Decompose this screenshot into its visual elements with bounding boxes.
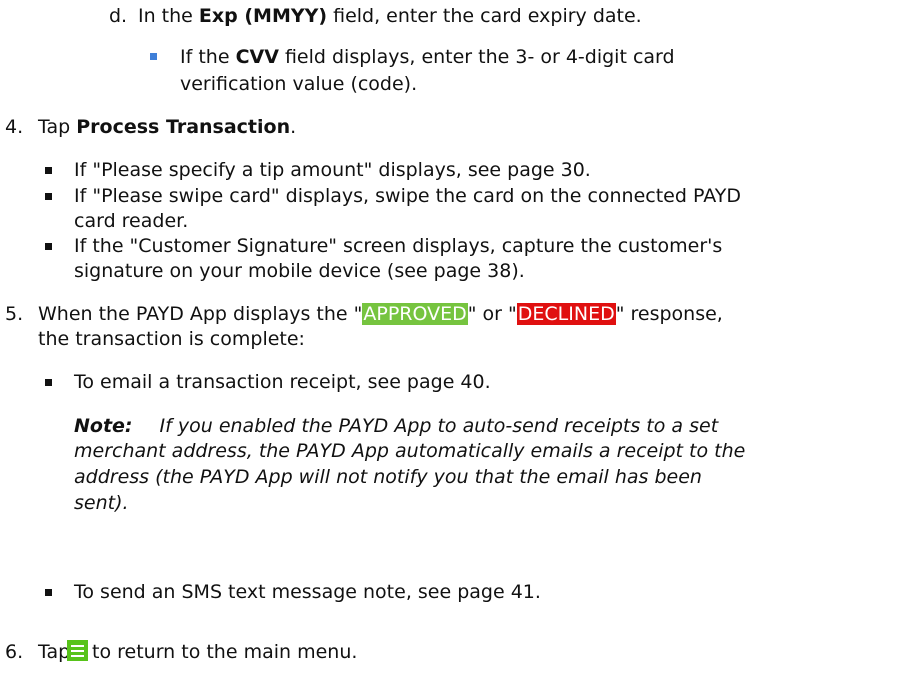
step-4-marker: 4. (5, 116, 24, 138)
bullet-square-icon (150, 53, 157, 60)
menu-icon (67, 640, 88, 661)
swipe-bullet-line-2: card reader. (74, 210, 189, 232)
process-transaction-label: Process Transaction (76, 116, 291, 138)
step-d-post: field, enter the card expiry date. (327, 5, 642, 27)
approved-badge: APPROVED (362, 303, 468, 325)
note-text-1: If you enabled the PAYD App to auto-send… (159, 415, 719, 437)
exp-field-name: Exp (MMYY) (198, 5, 328, 27)
step-5-post: " response, (615, 303, 723, 325)
note-line-3: address (the PAYD App will not notify yo… (74, 466, 702, 488)
note-line-4: sent). (74, 492, 129, 514)
cvv-field-name: CVV (235, 46, 279, 68)
swipe-bullet: If "Please swipe card" displays, swipe t… (74, 185, 741, 207)
email-receipt-bullet: To email a transaction receipt, see page… (74, 371, 491, 393)
bullet-square-icon (45, 243, 52, 250)
step-5-marker: 5. (5, 303, 24, 325)
cvv-note: If the CVV field displays, enter the 3- … (180, 45, 675, 70)
note-line-1: Note: If you enabled the PAYD App to auto… (74, 414, 718, 439)
bullet-square-icon (45, 589, 52, 596)
step-d-text: In the Exp (MMYY) field, enter the card … (138, 4, 642, 29)
step-5-line-2: the transaction is complete: (38, 328, 305, 350)
step-5-mid: " or " (467, 303, 517, 325)
cvv-note-line-2: verification value (code). (180, 73, 418, 95)
bullet-square-icon (45, 193, 52, 200)
signature-bullet: If the "Customer Signature" screen displ… (74, 235, 723, 257)
step-4-pre: Tap (38, 116, 77, 138)
note-line-2: merchant address, the PAYD App automatic… (74, 440, 746, 462)
sms-bullet: To send an SMS text message note, see pa… (74, 581, 541, 603)
step-6-post: to return to the main menu. (92, 641, 358, 663)
cvv-post-1: field displays, enter the 3- or 4-digit … (278, 46, 675, 68)
note-label: Note: (74, 415, 133, 437)
step-4-text: Tap Process Transaction. (38, 115, 296, 140)
step-4-post: . (290, 116, 297, 138)
step-5-pre: When the PAYD App displays the " (38, 303, 363, 325)
bullet-square-icon (45, 379, 52, 386)
step-d-marker: d. (109, 5, 128, 27)
step-6-pre: Tap (38, 641, 71, 663)
step-6-marker: 6. (5, 641, 24, 663)
step-5-text: When the PAYD App displays the "APPROVED… (38, 302, 723, 327)
cvv-pre: If the (180, 46, 236, 68)
declined-badge: DECLINED (516, 303, 616, 325)
bullet-square-icon (45, 167, 52, 174)
signature-bullet-line-2: signature on your mobile device (see pag… (74, 260, 525, 282)
step-d-pre: In the (138, 5, 199, 27)
tip-bullet: If "Please specify a tip amount" display… (74, 159, 591, 181)
